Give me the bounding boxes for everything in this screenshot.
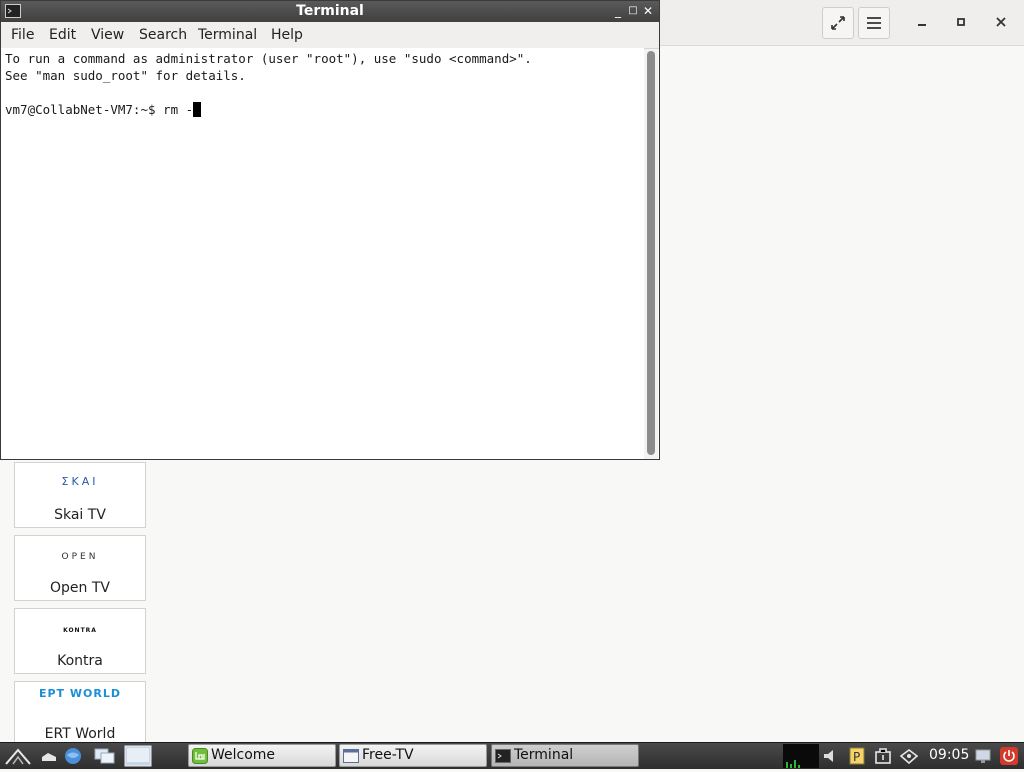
close-button[interactable]: ✕ (641, 4, 655, 18)
terminal-titlebar[interactable]: Terminal _ □ ✕ (1, 1, 659, 22)
channel-name: Skai TV (54, 507, 106, 523)
window-switcher-icon[interactable] (94, 747, 116, 765)
file-manager-icon[interactable] (124, 745, 152, 767)
update-manager-icon[interactable] (874, 747, 892, 765)
channel-name: Open TV (50, 580, 110, 596)
task-label: Welcome (211, 747, 276, 763)
ert-world-logo: EPT WORLD (38, 687, 121, 700)
menu-file[interactable]: File (11, 27, 34, 43)
window-title: Terminal (296, 3, 364, 19)
web-browser-icon[interactable] (64, 747, 82, 765)
maximize-icon[interactable] (946, 7, 976, 37)
show-desktop-icon[interactable] (40, 747, 58, 765)
cpu-graph-icon (786, 760, 800, 768)
taskbar: Welcome Free-TV Terminal P 09:05 (0, 742, 1024, 769)
kontra-logo: KONTRA (63, 627, 97, 634)
terminal-prompt: vm7@CollabNet-VM7:~$ rm - (5, 102, 194, 117)
menu-help[interactable]: Help (271, 27, 303, 43)
terminal-prompt-line: vm7@CollabNet-VM7:~$ rm - (5, 102, 202, 117)
channel-card-open-tv[interactable]: OPEN Open TV (14, 535, 146, 601)
taskbar-clock[interactable]: 09:05 (929, 747, 969, 763)
clipboard-icon[interactable]: P (848, 747, 866, 765)
skai-logo: ΣΚΑΙ (61, 475, 99, 488)
terminal-icon (495, 749, 511, 763)
taskbar-task-welcome[interactable]: Welcome (188, 744, 336, 767)
minimize-button[interactable]: _ (611, 4, 625, 18)
lock-screen-icon[interactable] (974, 747, 992, 765)
app-window-icon (343, 749, 359, 763)
task-label: Free-TV (362, 747, 414, 763)
svg-text:P: P (853, 750, 860, 764)
fullscreen-icon[interactable] (822, 7, 854, 39)
task-label: Terminal (514, 747, 574, 763)
start-menu-icon[interactable] (4, 747, 32, 765)
power-icon[interactable] (1000, 747, 1018, 765)
taskbar-task-free-tv[interactable]: Free-TV (339, 744, 487, 767)
text-cursor (193, 102, 202, 117)
channel-card-skai-tv[interactable]: ΣΚΑΙ Skai TV (14, 462, 146, 528)
network-icon[interactable] (900, 747, 918, 765)
minimize-icon[interactable] (907, 7, 937, 37)
terminal-line: See "man sudo_root" for details. (5, 68, 246, 83)
close-icon[interactable] (986, 7, 1016, 37)
menu-edit[interactable]: Edit (49, 27, 76, 43)
mint-logo-icon (192, 748, 208, 764)
channel-name: Kontra (57, 653, 103, 669)
hamburger-menu-icon[interactable] (858, 7, 890, 39)
channel-card-ert-world[interactable]: EPT WORLD ERT World (14, 681, 146, 747)
cpu-monitor-graph (783, 744, 819, 768)
terminal-output[interactable]: To run a command as administrator (user … (1, 48, 644, 459)
channel-name: ERT World (44, 726, 116, 742)
open-logo: OPEN (61, 552, 99, 562)
channel-card-kontra[interactable]: KONTRA Kontra (14, 608, 146, 674)
menu-view[interactable]: View (91, 27, 124, 43)
volume-icon[interactable] (822, 747, 840, 765)
taskbar-task-terminal[interactable]: Terminal (491, 744, 639, 767)
maximize-button[interactable]: □ (626, 4, 640, 18)
free-tv-headerbar (660, 0, 1024, 46)
scrollbar-thumb[interactable] (647, 51, 655, 455)
terminal-scrollbar[interactable] (644, 49, 658, 459)
terminal-line: To run a command as administrator (user … (5, 51, 532, 66)
terminal-menubar: File Edit View Search Terminal Help (1, 22, 659, 49)
menu-search[interactable]: Search (139, 27, 187, 43)
menu-terminal[interactable]: Terminal (198, 27, 257, 43)
terminal-window: Terminal _ □ ✕ File Edit View Search Ter… (0, 0, 660, 460)
